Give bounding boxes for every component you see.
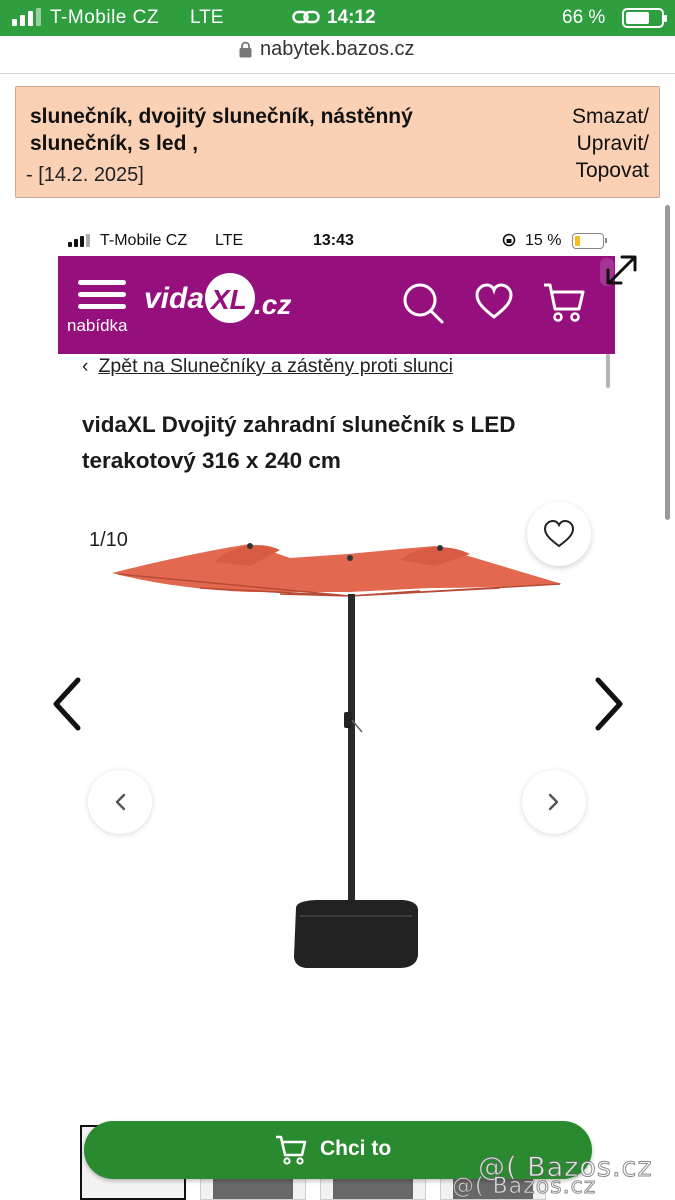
svg-text:XL: XL [209,284,247,315]
inner-carrier: T-Mobile CZ [100,232,188,249]
network-type: LTE [190,7,224,28]
delete-link[interactable]: Smazat/ [572,103,649,130]
breadcrumb[interactable]: ‹ Zpět na Slunečníky a zástěny proti slun… [82,355,453,378]
signal-icon [12,8,41,26]
expand-icon[interactable] [600,252,640,290]
url-bar[interactable]: nabytek.bazos.cz [0,36,675,74]
carrier-name: T-Mobile CZ [50,7,159,28]
gallery-prev-arrow[interactable] [48,676,88,732]
inner-battery-icon [572,233,607,249]
chevron-left-icon [115,793,126,811]
lock-icon [239,41,252,58]
top-link[interactable]: Topovat [572,157,649,184]
heart-icon[interactable] [474,282,514,322]
ad-date: - [14.2. 2025] [26,164,144,186]
cart-icon[interactable] [542,280,586,324]
menu-icon [78,280,126,310]
ad-actions: Smazat/ Upravit/ Topovat [572,103,649,184]
cart-icon [276,1135,307,1165]
chevron-right-icon [548,793,559,811]
inner-signal-icon [68,234,90,247]
image-prev-button[interactable] [88,770,152,834]
status-bar: T-Mobile CZ LTE 14:12 66 % [0,0,675,36]
edit-link[interactable]: Upravit/ [572,130,649,157]
inner-battery-percent: 15 % [525,232,562,249]
rotation-lock-icon [502,233,516,247]
inner-network: LTE [215,232,244,249]
product-title: vidaXL Dvojitý zahradní slunečník s LED … [82,412,516,473]
watermark: @( Bazos.cz [451,1174,597,1200]
svg-text:.cz: .cz [254,289,291,320]
menu-label: nabídka [67,316,128,335]
battery-percent: 66 % [562,7,606,28]
inner-scrollbar [606,354,610,388]
product-image [112,543,562,968]
svg-text:vida: vida [144,282,204,315]
search-icon[interactable] [400,280,446,326]
link-icon [292,10,320,24]
battery-icon [622,8,667,28]
gallery-next-arrow[interactable] [588,676,628,732]
breadcrumb-chevron: ‹ [82,355,89,377]
menu-button[interactable]: nabídka [66,276,136,338]
inner-time: 13:43 [313,232,354,249]
status-time: 14:12 [327,7,376,28]
image-next-button[interactable] [522,770,586,834]
vidaxl-logo[interactable]: vida XL .cz [144,268,302,330]
vidaxl-header: nabídka vida XL .cz [58,256,615,354]
ad-header: slunečník, dvojitý slunečník, nástěnný s… [15,86,660,198]
breadcrumb-link[interactable]: Zpět na Slunečníky a zástěny proti slunc… [99,355,453,377]
url-text[interactable]: nabytek.bazos.cz [260,38,415,61]
page-scrollbar[interactable] [665,205,670,520]
cta-label: Chci to [320,1137,392,1160]
ad-title: slunečník, dvojitý slunečník, nástěnný s… [30,105,413,155]
inner-status-bar: T-Mobile CZ LTE 13:43 15 % [58,228,618,254]
